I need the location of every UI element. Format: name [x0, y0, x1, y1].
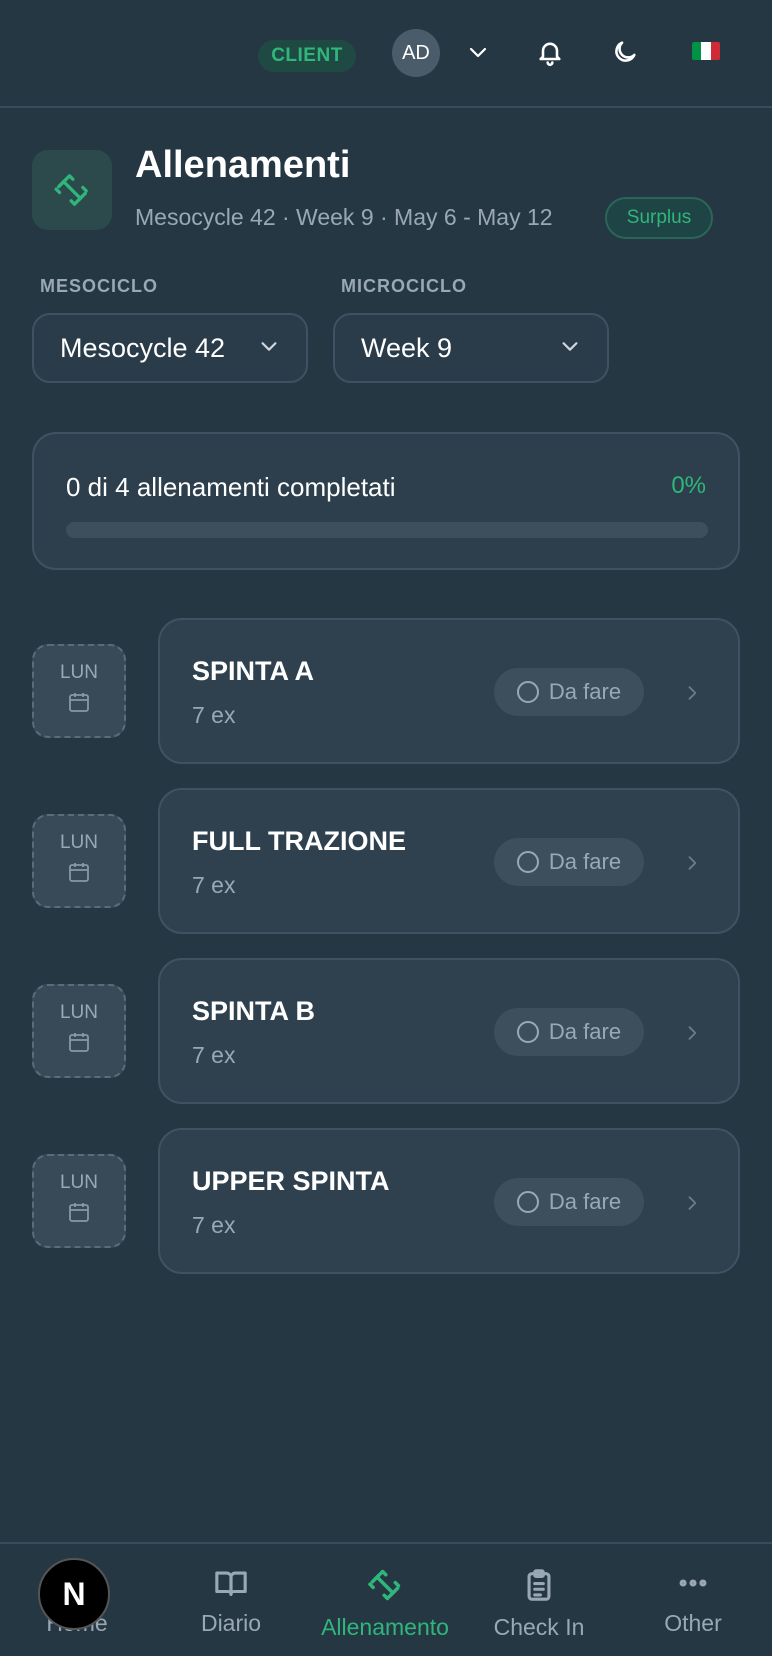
status-label: Da fare — [548, 679, 622, 704]
day-badge: LUN — [32, 1154, 126, 1248]
chevron-right-icon — [682, 1192, 702, 1219]
book-icon — [215, 1571, 247, 1596]
status-label: Da fare — [548, 1189, 622, 1214]
day-label: LUN — [59, 662, 98, 683]
progress-bar — [66, 522, 708, 538]
exercise-count: 7 ex — [192, 872, 236, 898]
workout-card[interactable]: FULL TRAZIONE 7 ex Da fare — [158, 788, 740, 934]
nav-allenamento-label: Allenamento — [321, 1614, 449, 1640]
nav-diario[interactable]: Diario — [154, 1544, 308, 1656]
calendar-icon — [67, 1194, 91, 1230]
chevron-down-icon[interactable] — [464, 38, 492, 66]
bottom-nav: Home Diario Allenamento Check In Other — [0, 1542, 772, 1656]
moon-icon[interactable] — [609, 36, 641, 68]
microciclo-value: Week 9 — [361, 332, 453, 363]
bell-icon[interactable] — [534, 35, 566, 69]
status-badge: Da fare — [494, 838, 644, 886]
day-label: LUN — [59, 1002, 98, 1023]
status-label: Da fare — [548, 1019, 622, 1044]
day-badge: LUN — [32, 814, 126, 908]
status-badge: Da fare — [494, 668, 644, 716]
dumbbell-icon — [368, 1569, 401, 1601]
circle-icon — [516, 851, 539, 873]
mesociclo-label: MESOCICLO — [40, 276, 159, 296]
circle-icon — [516, 681, 539, 703]
nav-other-label: Other — [664, 1610, 722, 1636]
chevron-down-icon — [258, 333, 280, 364]
chevron-right-icon — [682, 852, 702, 879]
circle-icon — [516, 1191, 539, 1213]
page-subtitle: Mesocycle 42 · Week 9 · May 6 - May 12 — [135, 204, 553, 230]
workout-name: SPINTA B — [192, 996, 316, 1026]
microciclo-select[interactable]: Week 9 — [333, 313, 609, 383]
workout-card[interactable]: UPPER SPINTA 7 ex Da fare — [158, 1128, 740, 1274]
calendar-icon — [67, 1024, 91, 1060]
exercise-count: 7 ex — [192, 1212, 236, 1238]
exercise-count: 7 ex — [192, 1042, 236, 1068]
status-label: Da fare — [548, 849, 622, 874]
calendar-icon — [67, 854, 91, 890]
day-label: LUN — [59, 1172, 98, 1193]
page-title: Allenamenti — [135, 144, 351, 186]
chevron-right-icon — [682, 682, 702, 709]
nav-allenamento[interactable]: Allenamento — [308, 1544, 462, 1656]
dumbbell-icon — [32, 150, 112, 230]
progress-percent: 0% — [671, 472, 706, 499]
chevron-down-icon — [559, 333, 581, 364]
workout-name: FULL TRAZIONE — [192, 826, 406, 856]
nav-diario-label: Diario — [200, 1610, 262, 1636]
more-icon — [679, 1579, 707, 1587]
top-bar: CLIENT AD — [0, 0, 772, 108]
day-badge: LUN — [32, 644, 126, 738]
clipboard-icon — [527, 1569, 551, 1601]
microciclo-label: MICROCICLO — [341, 276, 467, 296]
workout-card[interactable]: SPINTA A 7 ex Da fare — [158, 618, 740, 764]
role-badge: CLIENT — [258, 40, 356, 72]
phase-badge: Surplus — [605, 197, 713, 239]
nav-checkin[interactable]: Check In — [462, 1544, 616, 1656]
next-logo-button[interactable]: N — [38, 1558, 110, 1630]
nav-other[interactable]: Other — [616, 1544, 770, 1656]
nav-checkin-label: Check In — [493, 1614, 585, 1640]
avatar[interactable]: AD — [392, 29, 440, 77]
circle-icon — [516, 1021, 539, 1043]
day-badge: LUN — [32, 984, 126, 1078]
progress-card: 0 di 4 allenamenti completati 0% — [32, 432, 740, 570]
workout-name: UPPER SPINTA — [192, 1166, 390, 1196]
exercise-count: 7 ex — [192, 702, 236, 728]
progress-text: 0 di 4 allenamenti completati — [66, 472, 396, 502]
mesociclo-select[interactable]: Mesocycle 42 — [32, 313, 308, 383]
italian-flag-icon[interactable] — [692, 42, 720, 60]
status-badge: Da fare — [494, 1008, 644, 1056]
workout-name: SPINTA A — [192, 656, 315, 686]
chevron-right-icon — [682, 1022, 702, 1049]
workout-card[interactable]: SPINTA B 7 ex Da fare — [158, 958, 740, 1104]
status-badge: Da fare — [494, 1178, 644, 1226]
day-label: LUN — [59, 832, 98, 853]
mesociclo-value: Mesocycle 42 — [60, 332, 226, 363]
calendar-icon — [67, 684, 91, 720]
